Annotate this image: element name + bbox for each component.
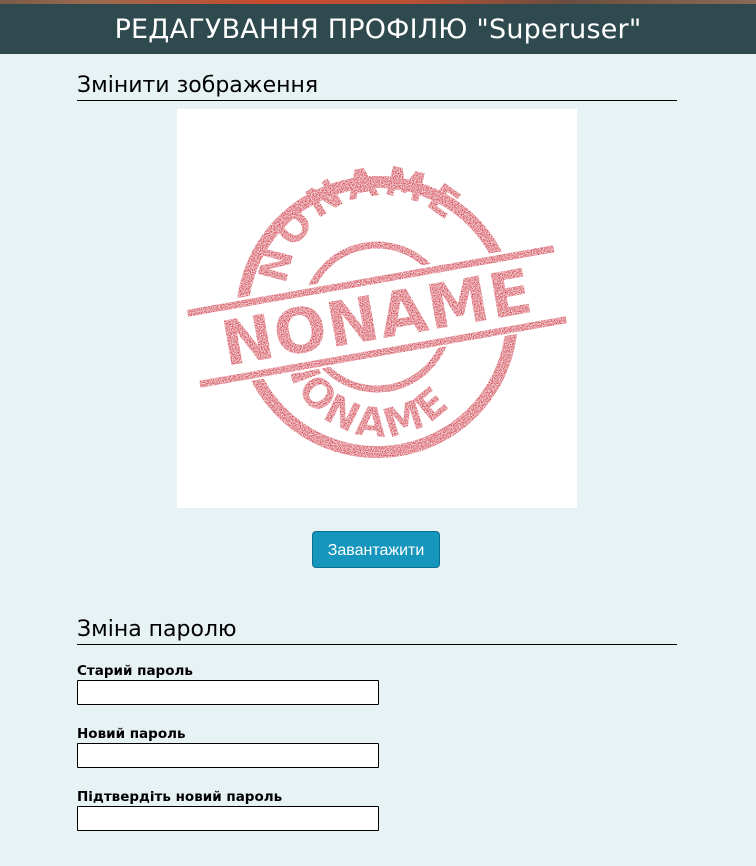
change-password-heading: Зміна паролю: [77, 617, 677, 645]
change-image-heading: Змінити зображення: [77, 73, 677, 101]
confirm-password-label: Підтвердіть новий пароль: [77, 789, 283, 805]
profile-avatar: NONAME NONAME NONAME: [177, 109, 577, 508]
confirm-password-input[interactable]: [77, 806, 379, 831]
new-password-input[interactable]: [77, 743, 379, 768]
noname-stamp-image: NONAME NONAME NONAME: [184, 158, 570, 458]
old-password-input[interactable]: [77, 680, 379, 705]
old-password-label: Старий пароль: [77, 663, 193, 679]
page-header: РЕДАГУВАННЯ ПРОФІЛЮ "Superuser": [0, 0, 756, 54]
page-title: РЕДАГУВАННЯ ПРОФІЛЮ "Superuser": [114, 14, 642, 45]
upload-image-button[interactable]: Завантажити: [312, 531, 440, 568]
header-bar: РЕДАГУВАННЯ ПРОФІЛЮ "Superuser": [2, 4, 754, 54]
profile-edit-page: РЕДАГУВАННЯ ПРОФІЛЮ "Superuser" Змінити …: [0, 0, 756, 866]
new-password-label: Новий пароль: [77, 726, 186, 742]
